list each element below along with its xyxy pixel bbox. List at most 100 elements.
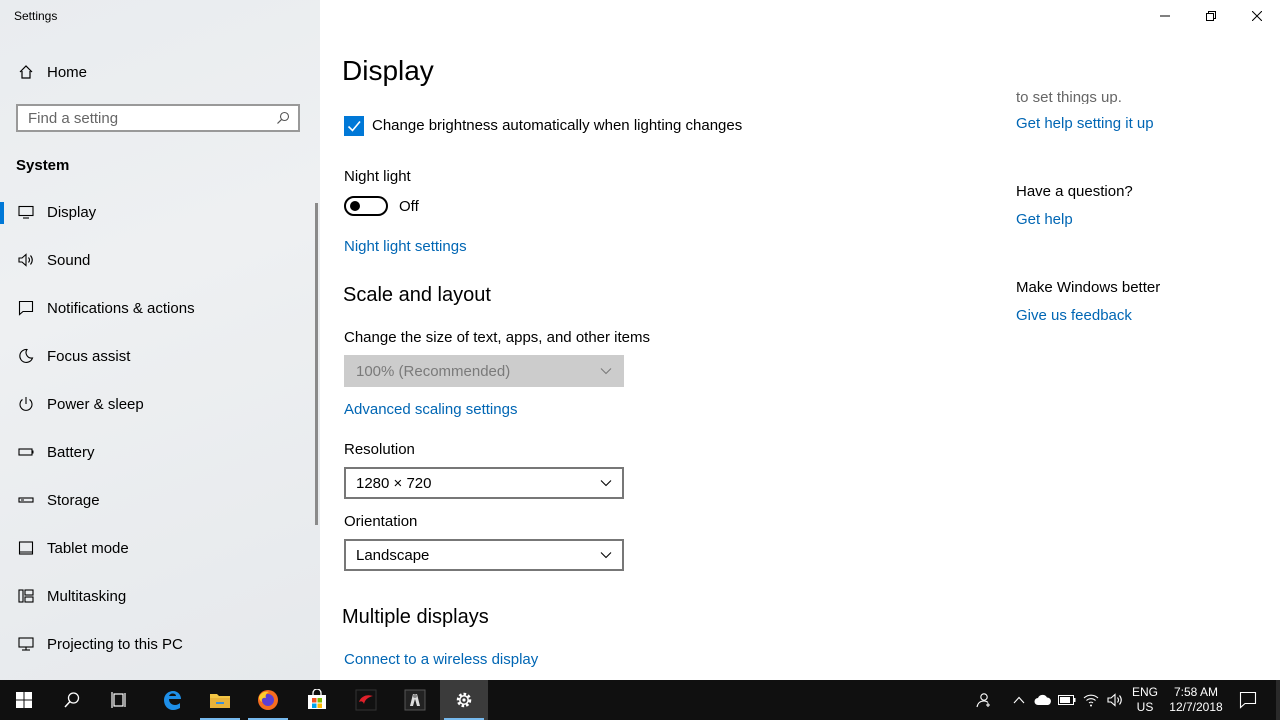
projector-icon	[17, 635, 35, 653]
night-light-toggle[interactable]	[344, 196, 388, 216]
sidebar-item-sound[interactable]: Sound	[0, 240, 316, 280]
brightness-checkbox-label[interactable]: Change brightness automatically when lig…	[372, 117, 742, 134]
store-button[interactable]	[293, 680, 341, 720]
edge-button[interactable]	[148, 680, 196, 720]
wifi-icon	[1083, 694, 1099, 707]
network-button[interactable]	[1080, 680, 1102, 720]
search-box[interactable]	[16, 104, 300, 132]
show-hidden-icons-button[interactable]	[1010, 680, 1028, 720]
advanced-scaling-link[interactable]: Advanced scaling settings	[344, 401, 517, 418]
search-icon	[277, 111, 290, 124]
chevron-down-icon	[600, 368, 612, 375]
chevron-up-icon	[1013, 696, 1025, 704]
firefox-button[interactable]	[244, 680, 292, 720]
sidebar-scrollbar[interactable]	[315, 203, 318, 525]
sidebar-item-focus-assist[interactable]: Focus assist	[0, 336, 316, 376]
speaker-icon	[17, 251, 35, 269]
start-icon	[16, 692, 32, 708]
cutoff-text-container: to set things up.	[1016, 86, 1216, 104]
game-app-icon	[355, 689, 377, 711]
night-light-settings-link[interactable]: Night light settings	[344, 238, 467, 255]
orientation-dropdown-value: Landscape	[356, 546, 430, 564]
search-input[interactable]	[18, 108, 270, 128]
section-label: System	[16, 157, 70, 174]
question-heading: Have a question?	[1016, 183, 1133, 200]
task-view-button[interactable]	[96, 680, 144, 720]
battery-icon	[1058, 695, 1076, 705]
sidebar-item-label: Notifications & actions	[47, 299, 195, 317]
firefox-icon	[258, 690, 278, 710]
sidebar-item-battery[interactable]: Battery	[0, 432, 316, 472]
start-button[interactable]	[0, 680, 48, 720]
onedrive-button[interactable]	[1032, 680, 1054, 720]
settings-taskbar-button[interactable]	[440, 680, 488, 720]
clock[interactable]: 7:58 AM 12/7/2018	[1164, 680, 1228, 720]
power-icon	[17, 395, 35, 413]
help-setup-link[interactable]: Get help setting it up	[1016, 115, 1154, 132]
sidebar-item-label: Multitasking	[47, 587, 127, 605]
show-desktop-button[interactable]	[1276, 680, 1280, 720]
people-icon	[976, 693, 990, 708]
resolution-dropdown[interactable]: 1280 × 720	[344, 467, 624, 499]
app-title: Settings	[14, 9, 58, 23]
action-center-button[interactable]	[1234, 680, 1262, 720]
sidebar-item-label: Storage	[47, 491, 100, 509]
toggle-knob	[350, 201, 360, 211]
volume-icon	[1107, 693, 1122, 707]
clock-date: 12/7/2018	[1169, 700, 1223, 714]
game-app-button[interactable]	[342, 680, 390, 720]
minimize-button[interactable]	[1142, 0, 1188, 32]
sidebar-item-storage[interactable]: Storage	[0, 480, 316, 520]
action-center-icon	[1239, 691, 1257, 709]
sidebar-item-label: Display	[47, 203, 97, 221]
file-explorer-button[interactable]	[196, 680, 244, 720]
region-code: US	[1136, 700, 1154, 714]
people-button[interactable]	[970, 680, 996, 720]
storage-icon	[17, 491, 35, 509]
volume-button[interactable]	[1104, 680, 1126, 720]
sidebar-item-notifications[interactable]: Notifications & actions	[0, 288, 316, 328]
task-view-icon	[111, 692, 126, 708]
wireless-display-link[interactable]: Connect to a wireless display	[344, 651, 538, 668]
sidebar-item-power-sleep[interactable]: Power & sleep	[0, 384, 316, 424]
get-help-link[interactable]: Get help	[1016, 211, 1073, 228]
multitasking-icon	[17, 587, 35, 605]
restore-button[interactable]	[1188, 0, 1234, 32]
app-button[interactable]	[391, 680, 439, 720]
scale-layout-heading: Scale and layout	[343, 284, 491, 306]
home-nav-item[interactable]: Home	[0, 52, 316, 92]
sidebar-item-label: Tablet mode	[47, 539, 129, 557]
sidebar-item-label: Projecting to this PC	[47, 635, 183, 653]
store-icon	[308, 689, 326, 709]
sidebar-item-display[interactable]: Display	[0, 192, 316, 232]
scale-dropdown: 100% (Recommended)	[344, 355, 624, 387]
orientation-dropdown[interactable]: Landscape	[344, 539, 624, 571]
language-indicator[interactable]: ENG US	[1128, 680, 1162, 720]
sidebar-item-tablet-mode[interactable]: Tablet mode	[0, 528, 316, 568]
sidebar-item-label: Power & sleep	[47, 395, 144, 413]
checkmark-icon	[347, 120, 361, 132]
moon-icon	[17, 347, 35, 365]
resolution-label: Resolution	[344, 441, 415, 458]
notification-icon	[17, 299, 35, 317]
night-light-state: Off	[399, 198, 419, 215]
brightness-checkbox[interactable]	[344, 116, 364, 136]
file-explorer-icon	[210, 694, 230, 708]
close-icon	[1252, 11, 1262, 21]
taskbar-search-button[interactable]	[48, 680, 96, 720]
language-text: ENG US	[1132, 685, 1158, 715]
sidebar-item-projecting[interactable]: Projecting to this PC	[0, 624, 316, 664]
clock-text: 7:58 AM 12/7/2018	[1169, 685, 1222, 715]
battery-tray-button[interactable]	[1056, 680, 1078, 720]
home-label: Home	[47, 63, 88, 81]
app-icon	[404, 689, 426, 711]
home-icon	[17, 63, 35, 81]
chevron-down-icon	[600, 480, 612, 487]
tablet-icon	[17, 539, 35, 557]
sidebar-item-label: Battery	[47, 443, 95, 461]
settings-gear-icon	[456, 692, 472, 708]
feedback-link[interactable]: Give us feedback	[1016, 307, 1132, 324]
edge-icon	[164, 691, 181, 710]
sidebar-item-multitasking[interactable]: Multitasking	[0, 576, 316, 616]
close-button[interactable]	[1234, 0, 1280, 32]
